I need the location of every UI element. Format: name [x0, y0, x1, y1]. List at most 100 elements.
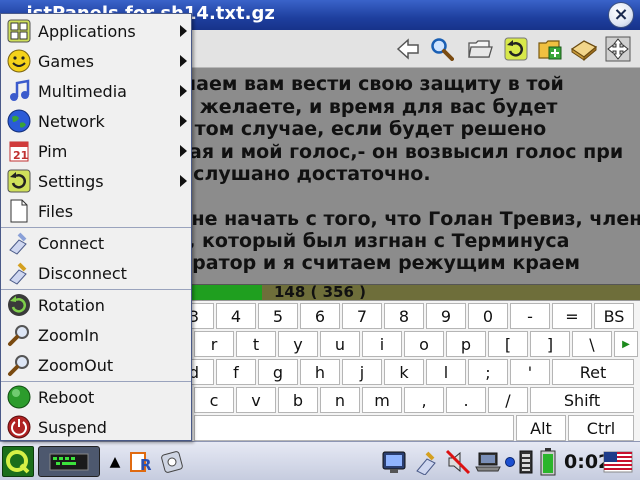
expand-up-icon[interactable]: ▲ — [104, 446, 126, 477]
key[interactable]: g — [258, 359, 298, 385]
submenu-arrow-icon — [180, 175, 187, 187]
menu-item-label: Network — [38, 111, 105, 131]
file-icon — [4, 196, 34, 226]
network-connect-icon[interactable] — [412, 446, 440, 477]
menu-item-label: Multimedia — [38, 81, 127, 101]
start-menu-button[interactable] — [2, 446, 34, 477]
key[interactable]: h — [300, 359, 340, 385]
space-key[interactable] — [194, 415, 514, 441]
globe-icon — [4, 106, 34, 136]
menu-item-multimedia[interactable]: Multimedia — [1, 76, 191, 106]
key[interactable]: , — [404, 387, 444, 413]
key[interactable]: 8 — [384, 303, 424, 329]
rotation-icon — [4, 290, 34, 320]
text-line: шаем вам вести свою защиту в той — [176, 73, 564, 95]
add-folder-icon[interactable] — [536, 35, 564, 63]
key[interactable]: c — [194, 387, 234, 413]
games-smiley-icon — [4, 46, 34, 76]
key[interactable]: ; — [468, 359, 508, 385]
key-indicator[interactable]: ▶ — [614, 331, 638, 357]
backspace-key[interactable]: BS — [594, 303, 634, 329]
task-app-button[interactable] — [38, 446, 100, 477]
text-line: мне начать с того, что Голан Тревиз, чле… — [176, 208, 640, 230]
key[interactable]: 5 — [258, 303, 298, 329]
key[interactable]: p — [446, 331, 486, 357]
key[interactable]: 9 — [426, 303, 466, 329]
key[interactable]: ' — [510, 359, 550, 385]
menu-item-label: Connect — [38, 233, 105, 253]
zoom-in-icon — [4, 320, 34, 350]
refresh-icon[interactable] — [502, 35, 530, 63]
return-key[interactable]: Ret — [552, 359, 634, 385]
key[interactable]: u — [320, 331, 360, 357]
menu-item-disconnect[interactable]: Disconnect — [1, 258, 191, 288]
menu-item-zoomout[interactable]: ZoomOut — [1, 350, 191, 380]
text-line: Оратор и я считаем режущим краем — [176, 252, 581, 274]
battery-icon — [538, 446, 558, 477]
folder-icon[interactable] — [466, 35, 494, 63]
key[interactable]: j — [342, 359, 382, 385]
key[interactable]: l — [426, 359, 466, 385]
svg-text:R: R — [140, 456, 152, 474]
status-dot-icon — [503, 446, 517, 477]
key[interactable]: k — [384, 359, 424, 385]
menu-item-settings[interactable]: Settings — [1, 166, 191, 196]
music-note-icon — [4, 76, 34, 106]
menu-item-label: Suspend — [38, 417, 107, 437]
menu-item-zoomin[interactable]: ZoomIn — [1, 320, 191, 350]
key[interactable]: t — [236, 331, 276, 357]
menu-item-network[interactable]: Network — [1, 106, 191, 136]
key[interactable]: 7 — [342, 303, 382, 329]
close-button[interactable]: × — [608, 2, 634, 28]
move-icon[interactable] — [604, 35, 632, 63]
disconnect-icon — [4, 258, 34, 288]
shift-key[interactable]: Shift — [530, 387, 634, 413]
mute-speaker-icon[interactable] — [444, 446, 472, 477]
key[interactable]: o — [404, 331, 444, 357]
menu-item-games[interactable]: Games — [1, 46, 191, 76]
key[interactable]: 6 — [300, 303, 340, 329]
submenu-arrow-icon — [180, 145, 187, 157]
text-line: ы желаете, и время для вас будет — [176, 96, 558, 118]
key[interactable]: 0 — [468, 303, 508, 329]
book-icon[interactable] — [570, 35, 598, 63]
submenu-arrow-icon — [180, 115, 187, 127]
menu-item-rotation[interactable]: Rotation — [1, 290, 191, 320]
text-line: чая и мой голос,- он возвысил голос при — [176, 141, 624, 163]
key[interactable]: / — [488, 387, 528, 413]
alt-key[interactable]: Alt — [516, 415, 566, 441]
menu-item-reboot[interactable]: Reboot — [1, 382, 191, 412]
menu-item-label: Applications — [38, 21, 136, 41]
menu-item-files[interactable]: Files — [1, 196, 191, 226]
key[interactable]: i — [362, 331, 402, 357]
key[interactable]: y — [278, 331, 318, 357]
key[interactable]: [ — [488, 331, 528, 357]
menu-item-label: Files — [38, 201, 74, 221]
key[interactable]: 4 — [216, 303, 256, 329]
ctrl-key[interactable]: Ctrl — [568, 415, 634, 441]
reader-app-icon[interactable]: R — [128, 446, 156, 477]
key[interactable]: r — [194, 331, 234, 357]
key[interactable]: - — [510, 303, 550, 329]
text-line: я, который был изгнан с Терминуса — [176, 230, 570, 252]
device-app-icon[interactable] — [158, 446, 186, 477]
key[interactable]: m — [362, 387, 402, 413]
submenu-arrow-icon — [180, 55, 187, 67]
key[interactable]: \ — [572, 331, 612, 357]
laptop-icon[interactable] — [474, 446, 502, 477]
key[interactable]: n — [320, 387, 360, 413]
key[interactable]: = — [552, 303, 592, 329]
menu-item-connect[interactable]: Connect — [1, 228, 191, 258]
back-arrow-icon[interactable] — [394, 35, 422, 63]
menu-item-pim[interactable]: 21 Pim — [1, 136, 191, 166]
menu-item-suspend[interactable]: Suspend — [1, 412, 191, 442]
key[interactable]: b — [278, 387, 318, 413]
key[interactable]: ] — [530, 331, 570, 357]
us-flag-icon[interactable] — [602, 446, 634, 477]
key[interactable]: v — [236, 387, 276, 413]
menu-item-applications[interactable]: Applications — [1, 16, 191, 46]
display-icon[interactable] — [380, 446, 408, 477]
key[interactable]: . — [446, 387, 486, 413]
key[interactable]: f — [216, 359, 256, 385]
search-icon[interactable] — [428, 35, 456, 63]
